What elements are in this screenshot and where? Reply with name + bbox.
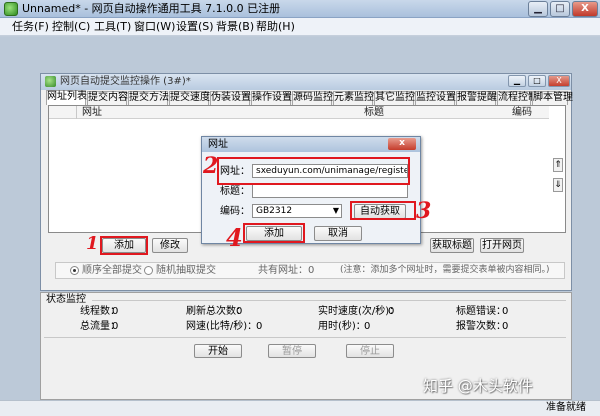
stat-speed-value: 0 (388, 306, 395, 317)
radio-sequential[interactable] (70, 266, 79, 275)
tab-monitor-settings[interactable]: 监控设置 (415, 91, 456, 105)
watermark: 知乎 @木头软件 (423, 377, 533, 395)
child-maximize-button[interactable]: □ (528, 75, 546, 87)
annotation-number-1: 1 (86, 233, 99, 254)
annotation-number-2: 2 (203, 153, 219, 179)
random-label: 随机抽取提交 (156, 265, 216, 276)
chevron-down-icon[interactable]: ▼ (331, 205, 341, 217)
edit-url-button[interactable]: 修改 (152, 238, 188, 253)
annotation-box-3 (350, 201, 416, 220)
stat-elapsed-label: 用时(秒)： (318, 321, 366, 332)
tab-disguise-settings[interactable]: 伪装设置 (210, 91, 251, 105)
dialog-close-button[interactable]: x (388, 138, 416, 150)
menu-settings[interactable]: 设置(S) (176, 20, 214, 34)
stat-title-error-value: 0 (502, 306, 509, 317)
status-monitor-label: 状态监控 (46, 294, 86, 305)
stop-button[interactable]: 停止 (346, 344, 394, 358)
ready-text: 准备就绪 (546, 402, 586, 413)
menu-background[interactable]: 背景(B) (216, 20, 254, 34)
tab-url-list[interactable]: 网址列表 (46, 90, 87, 105)
move-down-icon[interactable]: ⇓ (553, 178, 563, 192)
dialog-title: 网址 (208, 139, 228, 150)
menu-window[interactable]: 窗口(W) (134, 20, 175, 34)
stat-bandwidth-label: 网速(比特/秒)： (186, 321, 258, 332)
pause-button[interactable]: 暂停 (268, 344, 316, 358)
column-divider (76, 106, 77, 119)
annotation-number-3: 3 (416, 198, 432, 224)
close-button[interactable]: X (572, 1, 598, 17)
open-page-button[interactable]: 打开网页 (480, 238, 524, 253)
tab-flow-control[interactable]: 流程控制 (497, 91, 538, 105)
stat-alarm-value: 0 (502, 321, 509, 332)
child-close-button[interactable]: X (548, 75, 570, 87)
title-input[interactable] (252, 184, 408, 198)
child-minimize-button[interactable]: ▁ (508, 75, 526, 87)
child-window-title: 网页自动提交监控操作 (3#)* (60, 76, 191, 87)
tab-submit-content[interactable]: 提交内容 (87, 91, 128, 105)
dialog-cancel-button[interactable]: 取消 (314, 226, 362, 241)
menu-task[interactable]: 任务(F) (12, 20, 49, 34)
column-encoding[interactable]: 编码 (512, 107, 532, 118)
annotation-box-2 (217, 157, 410, 185)
tab-script-manage[interactable]: 脚本管理 (532, 91, 573, 105)
stat-bandwidth-value: 0 (256, 321, 263, 332)
child-app-icon (45, 76, 56, 87)
list-header (49, 106, 549, 119)
fetch-title-button[interactable]: 获取标题 (430, 238, 474, 253)
tab-operation-settings[interactable]: 操作设置 (251, 91, 292, 105)
minimize-button[interactable]: ▁ (528, 1, 548, 17)
annotation-number-4: 4 (226, 223, 243, 252)
stat-refresh-value: 0 (236, 306, 243, 317)
tab-submit-speed[interactable]: 提交速度 (169, 91, 210, 105)
tab-alarm[interactable]: 报警提醒 (456, 91, 497, 105)
move-up-icon[interactable]: ⇑ (553, 158, 563, 172)
tab-submit-method[interactable]: 提交方法 (128, 91, 169, 105)
tab-source-monitor[interactable]: 源码监控 (292, 91, 333, 105)
tab-element-monitor[interactable]: 元素监控 (333, 91, 374, 105)
tab-other-monitor[interactable]: 其它监控 (374, 91, 415, 105)
annotation-box-4 (243, 223, 305, 243)
radio-random[interactable] (144, 266, 153, 275)
app-icon (4, 2, 18, 16)
window-title: Unnamed* - 网页自动操作通用工具 7.1.0.0 已注册 (22, 2, 281, 15)
sequential-label: 顺序全部提交 (82, 265, 142, 276)
menu-control[interactable]: 控制(C) (52, 20, 90, 34)
encoding-select[interactable]: GB2312 (252, 204, 342, 218)
stat-alarm-label: 报警次数： (456, 321, 506, 332)
encoding-label: 编码： (220, 206, 250, 217)
menu-help[interactable]: 帮助(H) (256, 20, 295, 34)
column-url[interactable]: 网址 (82, 107, 102, 118)
title-label: 标题： (220, 186, 250, 197)
stat-elapsed-value: 0 (364, 321, 371, 332)
column-title[interactable]: 标题 (364, 107, 384, 118)
status-bar (0, 400, 600, 416)
stat-threads-value: 0 (112, 306, 119, 317)
menu-tools[interactable]: 工具(T) (94, 20, 131, 34)
stat-traffic-value: 0 (112, 321, 119, 332)
stat-title-error-label: 标题错误： (456, 306, 506, 317)
note-text: (注意：添加多个网址时，需要提交表单被内容相同。) (340, 265, 550, 275)
maximize-button[interactable]: □ (550, 1, 570, 17)
start-button[interactable]: 开始 (194, 344, 242, 358)
stat-speed-label: 实时速度(次/秒)： (318, 306, 400, 317)
status-divider (92, 300, 566, 301)
url-count: 共有网址：0 (258, 265, 315, 276)
annotation-box-1 (100, 236, 148, 255)
status-divider-2 (44, 337, 566, 338)
